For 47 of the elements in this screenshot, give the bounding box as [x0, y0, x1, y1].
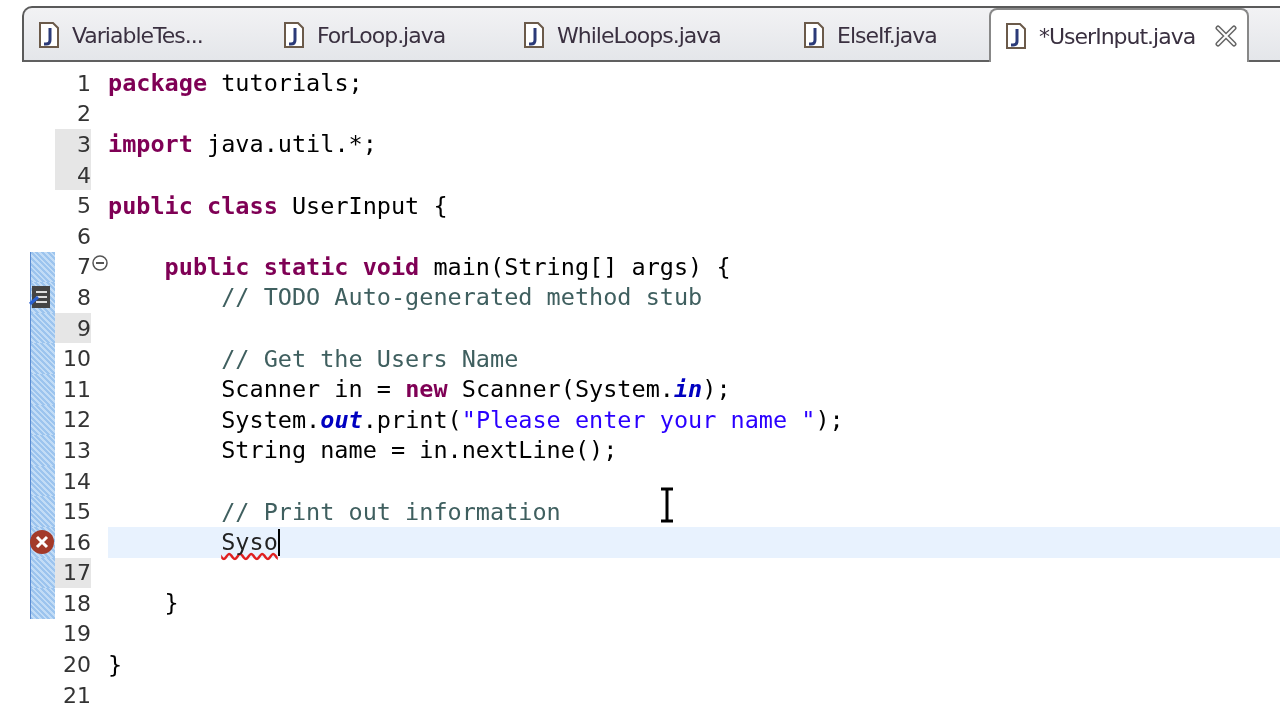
text-caret [277, 528, 280, 556]
line-number: 1 [76, 69, 91, 98]
line-number: 13 [62, 436, 91, 465]
code-line: Syso [220, 528, 278, 557]
editor-tab[interactable]: ElseIf.java [789, 10, 989, 60]
code-line: } [163, 589, 179, 618]
editor-tab[interactable]: ForLoop.java [269, 10, 509, 60]
line-number: 10 [62, 345, 91, 374]
line-number: 7 [76, 253, 91, 282]
java-file-icon [38, 21, 60, 49]
close-icon[interactable] [1215, 25, 1237, 47]
line-number: 11 [62, 375, 91, 404]
line-number: 15 [62, 498, 91, 527]
line-number: 16 [62, 528, 91, 557]
code-line: public class UserInput { [108, 191, 448, 220]
code-line: // Get the Users Name [220, 344, 519, 373]
java-file-icon [1005, 22, 1027, 50]
line-number: 9 [55, 312, 91, 344]
line-number: 17 [55, 557, 91, 589]
collapse-icon[interactable] [91, 253, 109, 272]
editor-tab[interactable]: VariableTes... [24, 10, 269, 60]
editor-tab[interactable]: WhileLoops.java [509, 10, 789, 60]
code-line: import java.util.*; [108, 130, 377, 159]
line-number: 19 [62, 620, 91, 649]
line-number: 20 [62, 651, 91, 680]
code-line: // TODO Auto-generated method stub [220, 283, 703, 312]
line-number: 2 [76, 100, 91, 129]
java-file-icon [523, 21, 545, 49]
java-file-icon [803, 21, 825, 49]
java-file-icon [283, 21, 305, 49]
line-number: 4 [55, 159, 91, 191]
code-line: } [108, 650, 123, 679]
line-number: 18 [62, 589, 91, 618]
line-number: 21 [62, 681, 91, 710]
code-line: package tutorials; [108, 69, 363, 98]
line-number: 8 [76, 283, 91, 312]
code-line: String name = in.nextLine(); [220, 436, 618, 465]
code-line: // Print out information [220, 497, 561, 526]
line-number: 12 [62, 406, 91, 435]
line-number: 3 [55, 129, 91, 160]
line-number: 6 [76, 222, 91, 251]
line-number: 5 [76, 192, 91, 221]
line-number: 14 [62, 467, 91, 496]
editor-tab[interactable]: *UserInput.java [989, 8, 1249, 62]
code-line: System.out.print("Please enter your name "); [220, 405, 844, 434]
code-line: public static void main(String[] args) { [163, 252, 731, 281]
code-line: Scanner in = new Scanner(System.in); [220, 375, 731, 404]
